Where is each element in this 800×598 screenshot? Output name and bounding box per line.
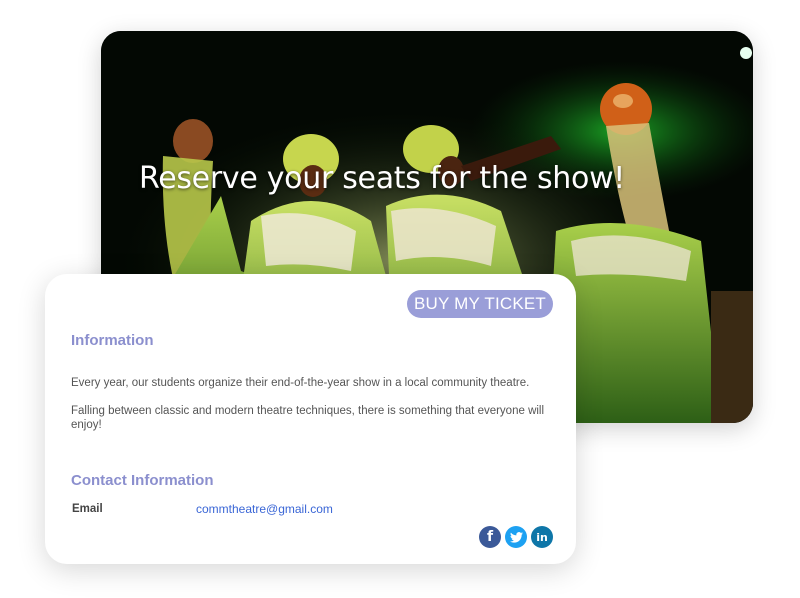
hero-title: Reserve your seats for the show!: [139, 161, 626, 196]
info-card: BUY MY TICKET Information Every year, ou…: [45, 274, 576, 564]
email-link[interactable]: commtheatre@gmail.com: [196, 502, 333, 516]
information-heading: Information: [71, 332, 154, 349]
twitter-icon[interactable]: [505, 526, 527, 548]
facebook-icon[interactable]: f: [479, 526, 501, 548]
email-label: Email: [72, 503, 103, 515]
contact-heading: Contact Information: [71, 472, 214, 489]
info-paragraph-1: Every year, our students organize their …: [71, 377, 530, 389]
linkedin-icon[interactable]: in: [531, 526, 553, 548]
buy-ticket-button[interactable]: BUY MY TICKET: [407, 290, 553, 318]
info-paragraph-2: Falling between classic and modern theat…: [71, 405, 545, 431]
